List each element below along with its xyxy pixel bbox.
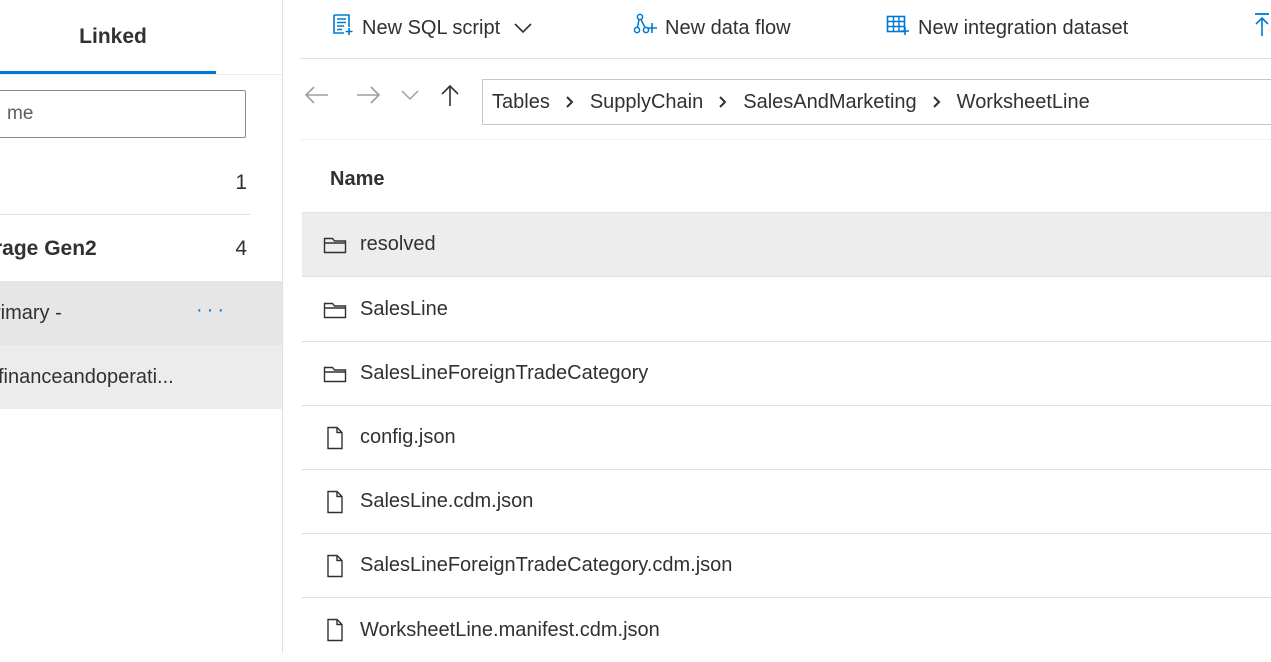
left-panel: Linked 1 rage Gen2 4 rimary - ··· financ… xyxy=(0,0,282,653)
file-row-salesline-cdm-json[interactable]: SalesLine.cdm.json xyxy=(302,470,1271,534)
folder-icon xyxy=(322,362,348,386)
new-sql-script-button[interactable]: New SQL script xyxy=(332,10,532,46)
file-row-salesline[interactable]: SalesLine xyxy=(302,278,1271,342)
linked-group-storage-gen2[interactable]: rage Gen2 4 xyxy=(0,216,250,282)
tree-item-financeandoperations[interactable]: financeandoperati... xyxy=(0,345,282,409)
tab-linked[interactable]: Linked xyxy=(0,0,216,74)
column-header-name[interactable]: Name xyxy=(302,148,1271,210)
new-integration-dataset-label: New integration dataset xyxy=(918,16,1129,39)
folder-icon xyxy=(322,233,348,257)
up-button[interactable] xyxy=(436,79,464,115)
breadcrumb-item[interactable]: WorksheetLine xyxy=(957,91,1090,114)
file-name: SalesLineForeignTradeCategory xyxy=(360,362,649,384)
file-name: resolved xyxy=(360,233,436,255)
filter-input[interactable] xyxy=(0,90,246,138)
file-icon xyxy=(322,554,348,578)
addressbar-divider xyxy=(300,139,1271,140)
file-name: SalesLineForeignTradeCategory.cdm.json xyxy=(360,554,733,576)
chevron-down-icon[interactable] xyxy=(514,17,532,40)
recent-locations-button[interactable] xyxy=(396,79,424,115)
file-row-saleslineforeigntradecategory[interactable]: SalesLineForeignTradeCategory xyxy=(302,342,1271,406)
data-flow-icon xyxy=(633,13,657,43)
toolbar-divider xyxy=(300,58,1271,59)
file-row-saleslineforeigntradecategory-cdm-json[interactable]: SalesLineForeignTradeCategory.cdm.json xyxy=(302,534,1271,598)
chevron-down-icon xyxy=(401,88,419,106)
more-options-icon[interactable]: ··· xyxy=(196,299,228,322)
file-row-config-json[interactable]: config.json xyxy=(302,406,1271,470)
new-integration-dataset-button[interactable]: New integration dataset xyxy=(886,10,1128,46)
file-row-worksheetline-manifest-cdm-json[interactable]: WorksheetLine.manifest.cdm.json xyxy=(302,598,1271,662)
back-button[interactable] xyxy=(303,79,331,115)
file-icon xyxy=(322,490,348,514)
chevron-right-icon xyxy=(565,95,575,109)
arrow-up-icon xyxy=(440,83,460,112)
group-name: rage Gen2 xyxy=(0,237,97,260)
breadcrumb[interactable]: Tables SupplyChain SalesAndMarketing Wor… xyxy=(482,79,1271,125)
panel-divider xyxy=(282,0,283,653)
group-divider xyxy=(0,214,250,215)
tree-item-primary[interactable]: rimary - ··· xyxy=(0,281,282,345)
breadcrumb-item[interactable]: Tables xyxy=(492,91,550,114)
new-data-flow-label: New data flow xyxy=(665,16,791,39)
breadcrumb-item[interactable]: SupplyChain xyxy=(590,91,703,114)
arrow-left-icon xyxy=(304,85,330,110)
file-icon xyxy=(322,426,348,450)
tree-item-label: financeandoperati... xyxy=(0,365,174,388)
linked-group-row[interactable]: 1 xyxy=(0,150,250,216)
toolbar: New SQL script New data flow New integra… xyxy=(300,0,1271,58)
forward-button[interactable] xyxy=(354,79,382,115)
tree-item-label: rimary - xyxy=(0,301,62,324)
chevron-right-icon xyxy=(718,95,728,109)
arrow-right-icon xyxy=(355,85,381,110)
folder-icon xyxy=(322,298,348,322)
tab-divider xyxy=(0,74,282,75)
upload-button[interactable] xyxy=(1253,10,1271,46)
table-icon xyxy=(886,14,910,42)
new-sql-script-label: New SQL script xyxy=(362,16,501,39)
sql-script-icon xyxy=(332,13,354,43)
new-data-flow-button[interactable]: New data flow xyxy=(633,10,791,46)
file-name: WorksheetLine.manifest.cdm.json xyxy=(360,618,660,641)
file-icon xyxy=(322,618,348,642)
file-row-resolved[interactable]: resolved xyxy=(302,213,1271,277)
chevron-right-icon xyxy=(932,95,942,109)
file-name: SalesLine xyxy=(360,298,448,320)
file-name: SalesLine.cdm.json xyxy=(360,490,534,512)
group-count: 1 xyxy=(235,171,247,194)
upload-icon xyxy=(1253,12,1271,44)
file-name: config.json xyxy=(360,426,456,448)
breadcrumb-item[interactable]: SalesAndMarketing xyxy=(743,91,916,114)
group-count: 4 xyxy=(235,237,247,260)
